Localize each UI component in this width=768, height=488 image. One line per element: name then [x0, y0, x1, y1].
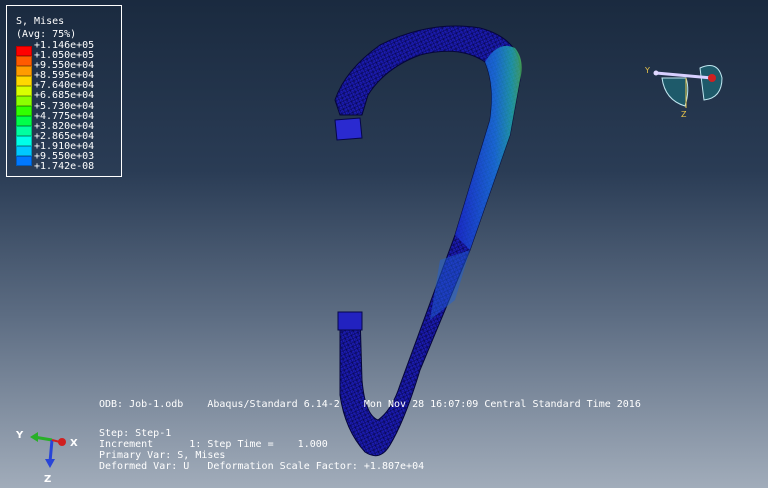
mini-triad-z-label: Z	[681, 110, 687, 119]
boundary-condition-icon	[653, 65, 723, 108]
mini-triad-y-label: Y	[645, 66, 650, 75]
